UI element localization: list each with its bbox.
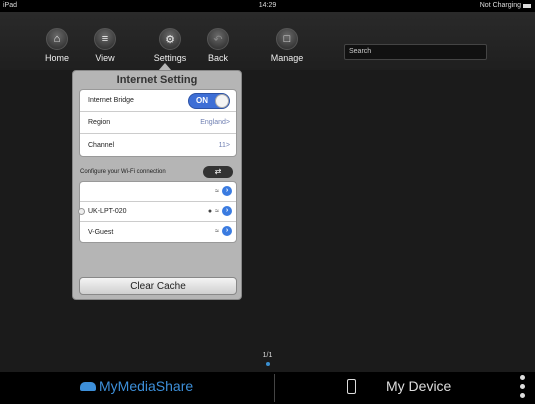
channel-label: Channel [88,141,115,149]
folder-icon: □ [276,28,298,50]
wifi-signal-icon: ≈ [215,207,219,215]
channel-value: 11> [218,141,230,149]
mymediashare-tab[interactable]: MyMediaShare [80,378,193,394]
battery-status: Not Charging [479,2,521,9]
region-row[interactable]: Region England> [80,112,236,134]
home-label: Home [44,53,69,63]
page-dot [266,362,270,366]
network-name: V-Guest [88,228,114,236]
internet-bridge-label: Internet Bridge [88,97,134,104]
home-button[interactable]: ⌂ Home [32,28,82,63]
region-label: Region [88,119,111,126]
wifi-network-list: ≈ › UK-LPT-020 ● ≈ › V-Guest ≈ › [78,181,237,243]
info-icon[interactable]: › [222,226,232,236]
bottom-bar: MyMediaShare My Device [0,372,535,404]
back-icon: ↶ [207,28,229,50]
my-device-tab[interactable]: My Device [347,378,451,394]
channel-row[interactable]: Channel 11> [80,134,236,156]
clock: 14:29 [258,2,277,9]
my-device-label: My Device [386,378,452,394]
cloud-icon [80,381,96,391]
wifi-signal-icon: ≈ [215,187,219,195]
back-label: Back [207,53,228,63]
settings-button[interactable]: ⚙ Settings [145,28,195,63]
manage-button[interactable]: □ Manage [262,28,312,63]
device-icon [347,378,356,394]
page-indicator: 1/1 [262,352,273,359]
toolbar: ⌂ Home ≡ View ⚙ Settings ↶ Back □ Manage… [0,12,535,70]
settings-group: Internet Bridge ON Region England> Chann… [79,89,237,157]
menu-icon: ≡ [94,28,116,50]
gear-icon: ⚙ [159,28,181,50]
network-name: UK-LPT-020 [88,208,127,215]
internet-bridge-row: Internet Bridge ON [80,90,236,112]
view-label: View [95,53,115,63]
internet-bridge-toggle[interactable]: ON [188,93,230,109]
wifi-network-row[interactable]: ≈ › [80,182,236,202]
info-icon[interactable]: › [222,186,232,196]
info-icon[interactable]: › [222,206,232,216]
wifi-header: Configure your Wi-Fi connection [80,169,166,175]
battery-icon [523,3,531,8]
divider [274,374,275,402]
wifi-signal-icon: ≈ [215,227,219,235]
view-button[interactable]: ≡ View [80,28,130,63]
internet-setting-popover: Internet Setting Internet Bridge ON Regi… [72,70,242,300]
region-value: England> [200,119,230,126]
search-input[interactable]: Search [344,44,487,60]
popover-title: Internet Setting [116,74,198,86]
back-button[interactable]: ↶ Back [193,28,243,63]
wifi-network-row[interactable]: UK-LPT-020 ● ≈ › [78,202,236,222]
manage-label: Manage [270,53,304,63]
wifi-network-row[interactable]: V-Guest ≈ › [80,222,236,242]
refresh-icon: ⇄ [214,167,222,176]
toggle-knob [215,94,229,108]
mymediashare-label: MyMediaShare [99,378,194,394]
radio-icon[interactable] [78,208,85,215]
toggle-state: ON [196,96,208,105]
status-bar: iPad 14:29 Not Charging [0,0,535,12]
more-icon[interactable] [520,375,525,398]
lock-icon: ● [207,207,213,215]
refresh-button[interactable]: ⇄ [203,166,233,178]
settings-label: Settings [153,53,187,63]
clear-cache-button[interactable]: Clear Cache [79,277,237,295]
home-icon: ⌂ [46,28,68,50]
